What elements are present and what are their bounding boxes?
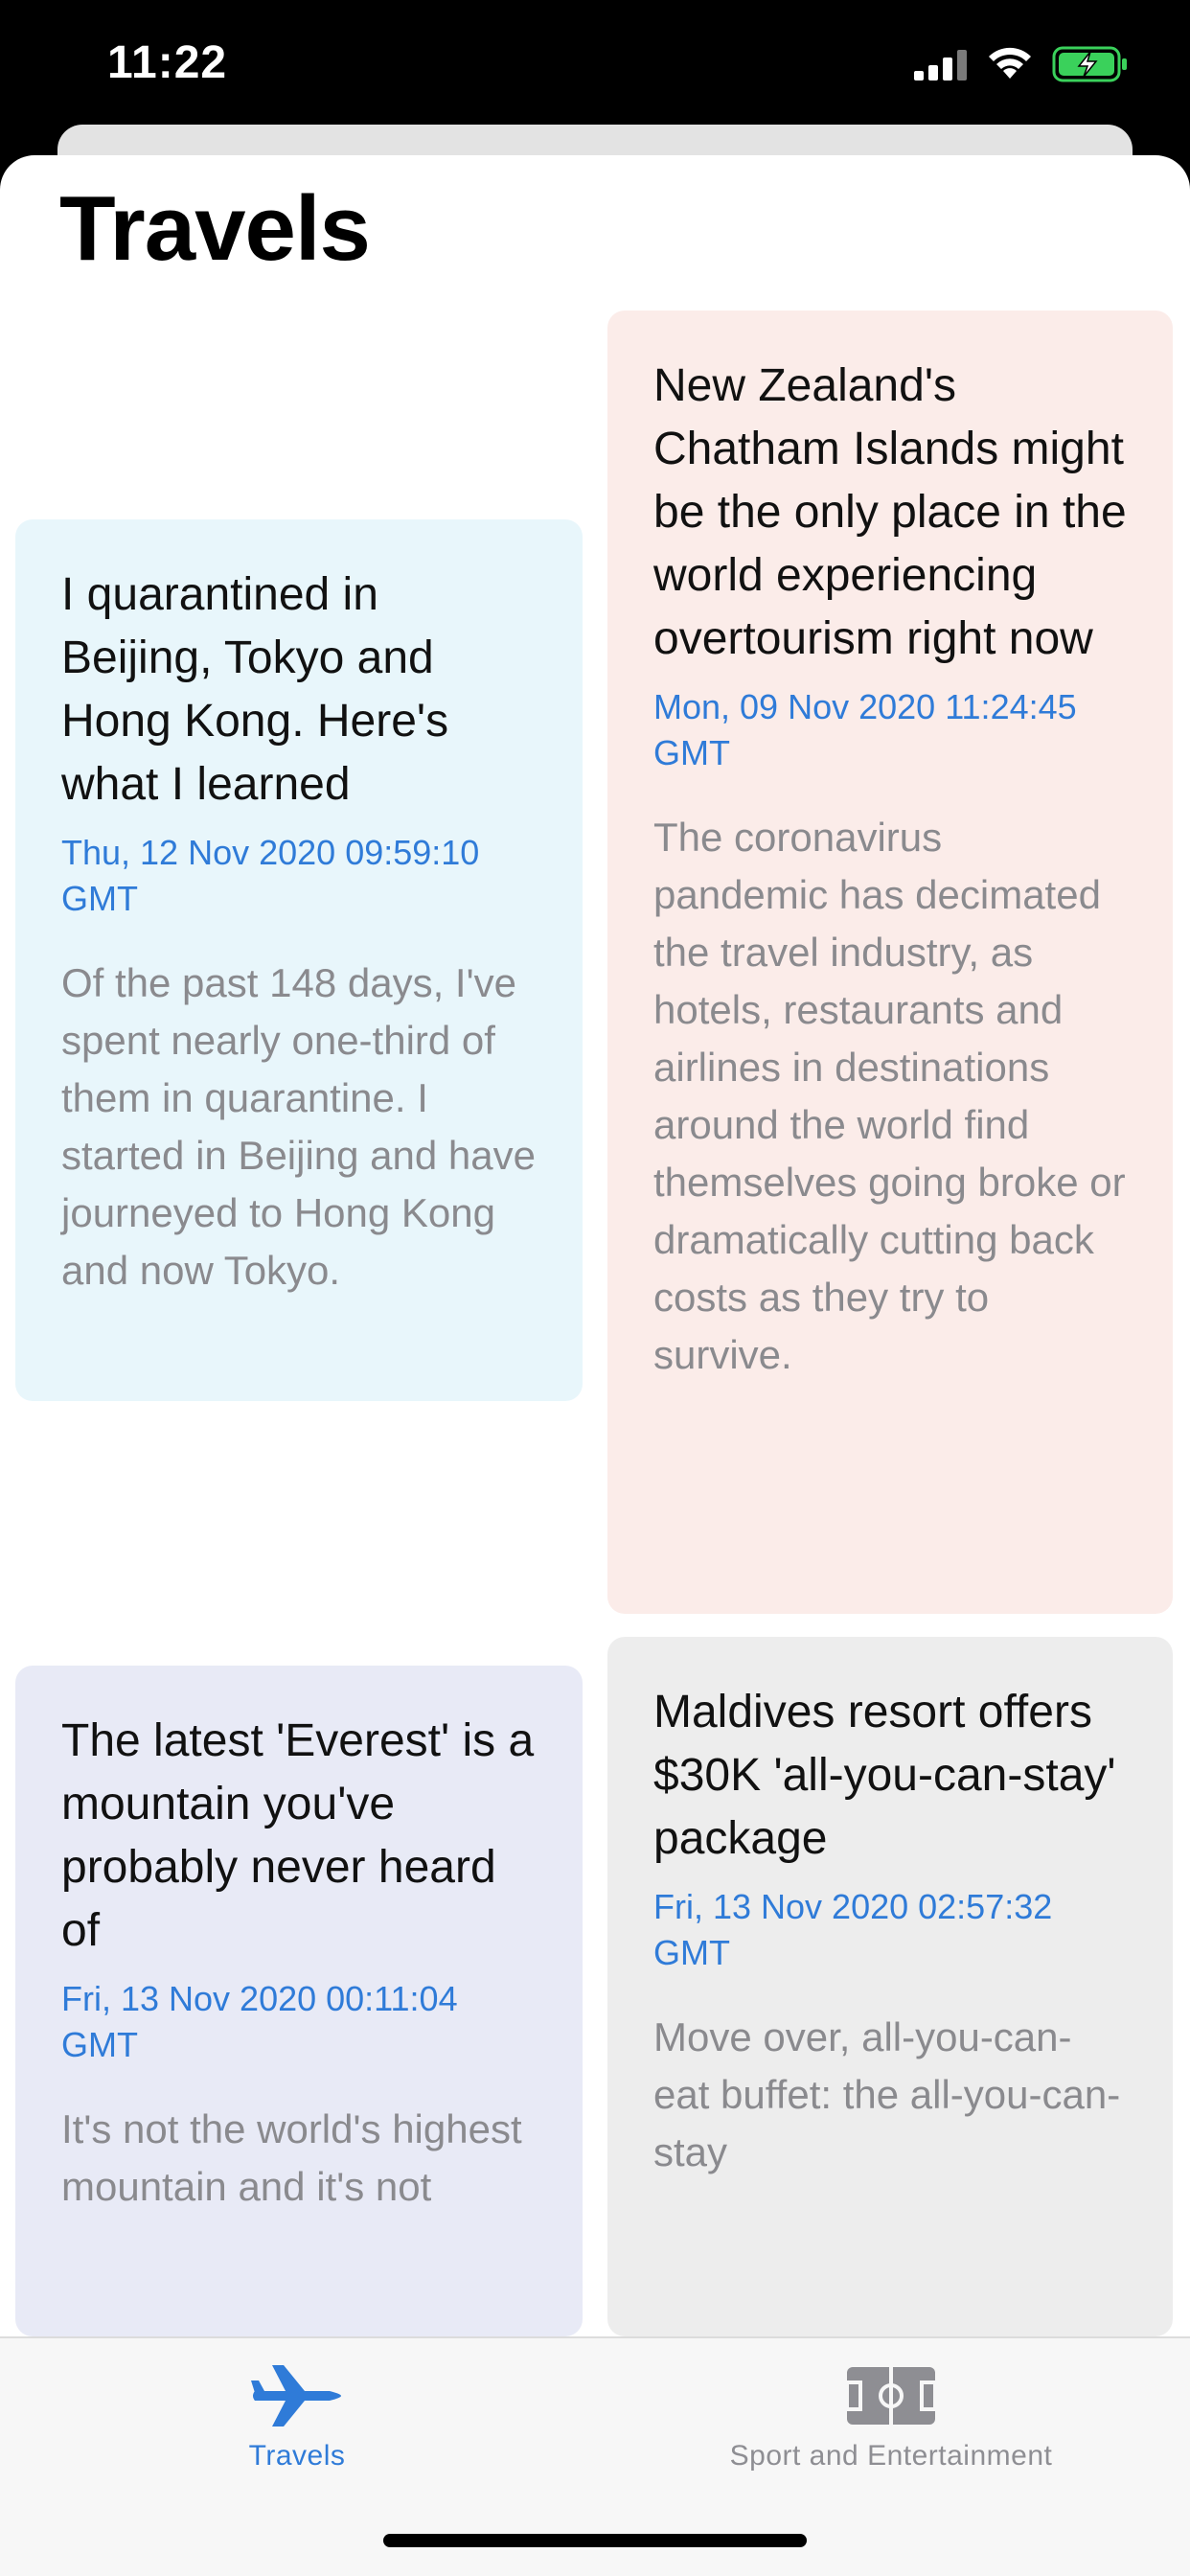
article-card[interactable]: Maldives resort offers $30K 'all-you-can… [607,1637,1173,2336]
airplane-icon [251,2365,341,2426]
tab-travels[interactable]: Travels [105,2338,489,2501]
article-card[interactable]: The latest 'Everest' is a mountain you'v… [15,1666,583,2336]
wifi-icon [989,47,1031,79]
article-title: The latest 'Everest' is a mountain you'v… [61,1715,535,1956]
status-bar: 11:22 [0,0,1190,125]
article-description: The coronavirus pandemic has decimated t… [653,815,1126,1377]
tab-sport-and-entertainment[interactable]: Sport and Entertainment [699,2338,1083,2501]
article-title: I quarantined in Beijing, Tokyo and Hong… [61,569,449,810]
article-date: Fri, 13 Nov 2020 02:57:32 GMT [653,1887,1053,1972]
article-title: New Zealand's Chatham Islands might be t… [653,360,1127,664]
article-description: Of the past 148 days, I've spent nearly … [61,960,536,1293]
article-card[interactable]: I quarantined in Beijing, Tokyo and Hong… [15,519,583,1401]
article-date: Mon, 09 Nov 2020 11:24:45 GMT [653,687,1077,772]
article-description: Move over, all-you-can-eat buffet: the a… [653,2014,1121,2174]
cellular-signal-icon [914,50,967,80]
home-indicator[interactable] [383,2534,807,2547]
article-date: Fri, 13 Nov 2020 00:11:04 GMT [61,1979,458,2064]
stadium-icon [845,2367,937,2425]
article-description: It's not the world's highest mountain an… [61,2106,522,2209]
status-time: 11:22 [107,37,228,88]
battery-charging-icon [1052,46,1127,82]
article-date: Thu, 12 Nov 2020 09:59:10 GMT [61,833,480,918]
tab-label: Travels [248,2440,346,2472]
page-title: Travels [59,177,371,280]
article-title: Maldives resort offers $30K 'all-you-can… [653,1687,1116,1864]
article-card[interactable]: New Zealand's Chatham Islands might be t… [607,310,1173,1614]
app-screen: 11:22 Travels I quarantined in Beijing, … [0,0,1190,2576]
tab-label: Sport and Entertainment [729,2440,1053,2472]
